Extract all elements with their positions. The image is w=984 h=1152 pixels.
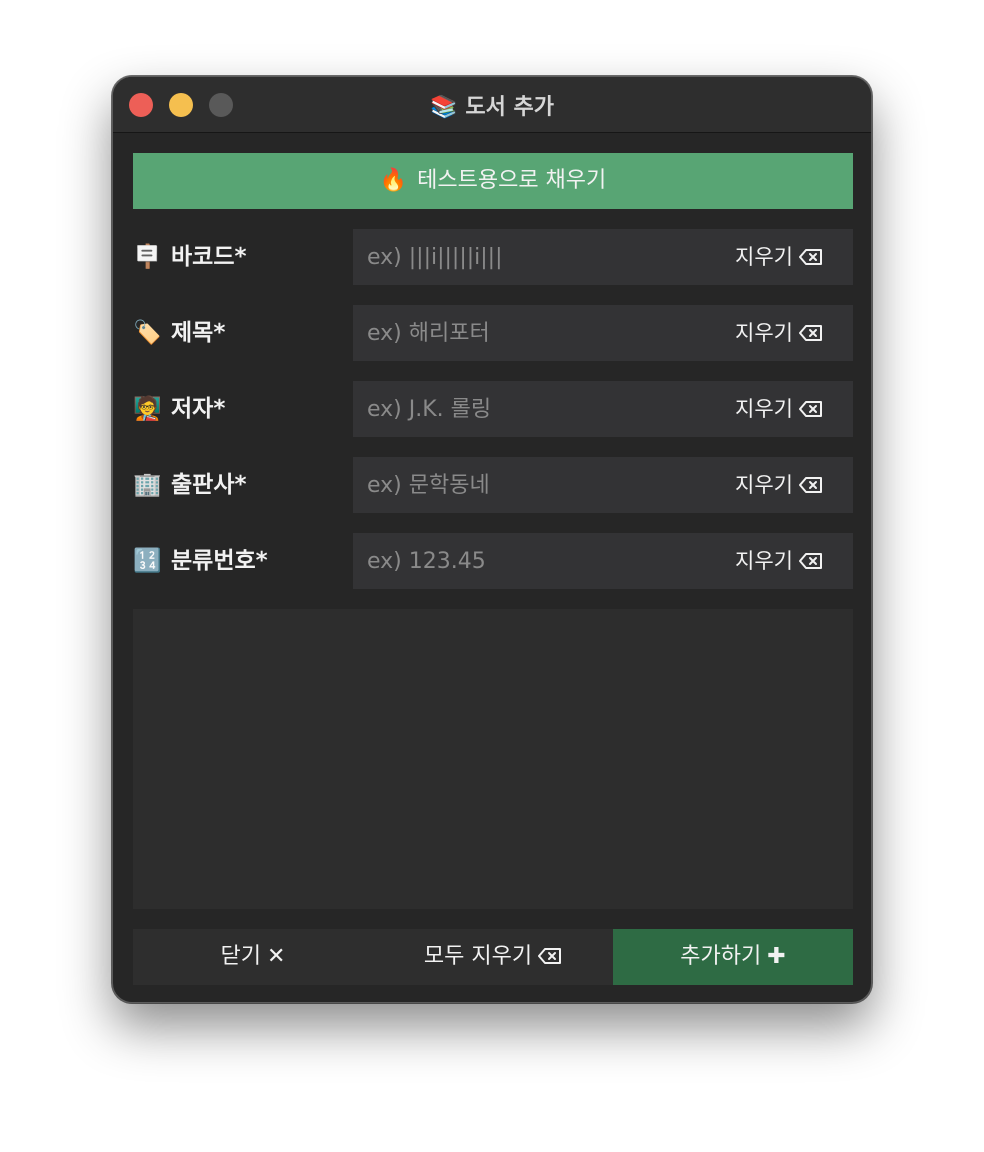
office-building-icon: 🏢 [133, 472, 162, 498]
add-label: 추가하기 [680, 944, 762, 969]
title-label: 🏷️ 제목* [133, 305, 225, 361]
publisher-field: 지우기 [353, 457, 853, 513]
title-field: 지우기 [353, 305, 853, 361]
publisher-row: 🏢 출판사* 지우기 [133, 457, 853, 513]
barcode-field: 지우기 [353, 229, 853, 285]
publisher-clear-button[interactable]: 지우기 [735, 457, 823, 513]
barcode-clear-button[interactable]: 지우기 [735, 229, 823, 285]
window-title: 📚 도서 추가 [113, 89, 871, 121]
author-input[interactable] [367, 381, 707, 437]
barcode-label-text: 바코드* [171, 244, 247, 270]
title-bar: 📚 도서 추가 [113, 77, 871, 133]
title-label-text: 제목* [171, 320, 226, 346]
delete-left-icon [538, 948, 562, 964]
classification-clear-button[interactable]: 지우기 [735, 533, 823, 589]
add-book-window: 📚 도서 추가 🔥 테스트용으로 채우기 🪧 바코드* 지우기 🏷️ 제목* 지우기 [112, 76, 872, 1003]
classification-input[interactable] [367, 533, 707, 589]
books-icon: 📚 [429, 95, 458, 120]
empty-content-area [133, 609, 853, 909]
author-label: 🧑‍🏫 저자* [133, 381, 225, 437]
author-clear-button[interactable]: 지우기 [735, 381, 823, 437]
fill-for-test-button[interactable]: 🔥 테스트용으로 채우기 [133, 153, 853, 209]
classification-label-text: 분류번호* [171, 548, 268, 574]
author-field: 지우기 [353, 381, 853, 437]
teacher-icon: 🧑‍🏫 [133, 396, 162, 422]
barcode-row: 🪧 바코드* 지우기 [133, 229, 853, 285]
close-icon: ✕ [267, 944, 286, 969]
numbers-icon: 🔢 [133, 548, 162, 574]
clear-all-label: 모두 지우기 [423, 944, 533, 969]
fire-icon: 🔥 [379, 168, 408, 193]
clear-label: 지우기 [735, 397, 793, 421]
delete-left-icon [799, 477, 822, 493]
clear-label: 지우기 [735, 245, 793, 269]
label-tag-icon: 🏷️ [133, 320, 162, 346]
title-row: 🏷️ 제목* 지우기 [133, 305, 853, 361]
delete-left-icon [799, 401, 822, 417]
plus-icon: ✚ [767, 944, 786, 969]
bottom-action-bar: 닫기 ✕ 모두 지우기 추가하기 ✚ [133, 929, 853, 985]
fill-for-test-label: 테스트용으로 채우기 [417, 168, 607, 193]
placard-icon: 🪧 [133, 244, 162, 270]
clear-label: 지우기 [735, 549, 793, 573]
delete-left-icon [799, 249, 822, 265]
close-label: 닫기 [220, 944, 262, 969]
delete-left-icon [799, 325, 822, 341]
publisher-label: 🏢 출판사* [133, 457, 247, 513]
window-title-text: 도서 추가 [465, 95, 555, 120]
publisher-input[interactable] [367, 457, 707, 513]
barcode-label: 🪧 바코드* [133, 229, 247, 285]
classification-label: 🔢 분류번호* [133, 533, 268, 589]
author-label-text: 저자* [171, 396, 226, 422]
clear-label: 지우기 [735, 321, 793, 345]
clear-label: 지우기 [735, 473, 793, 497]
title-clear-button[interactable]: 지우기 [735, 305, 823, 361]
barcode-input[interactable] [367, 229, 707, 285]
close-button[interactable]: 닫기 ✕ [133, 929, 373, 985]
publisher-label-text: 출판사* [171, 472, 247, 498]
author-row: 🧑‍🏫 저자* 지우기 [133, 381, 853, 437]
add-book-button[interactable]: 추가하기 ✚ [613, 929, 853, 985]
title-input[interactable] [367, 305, 707, 361]
delete-left-icon [799, 553, 822, 569]
classification-row: 🔢 분류번호* 지우기 [133, 533, 853, 589]
classification-field: 지우기 [353, 533, 853, 589]
clear-all-button[interactable]: 모두 지우기 [373, 929, 613, 985]
